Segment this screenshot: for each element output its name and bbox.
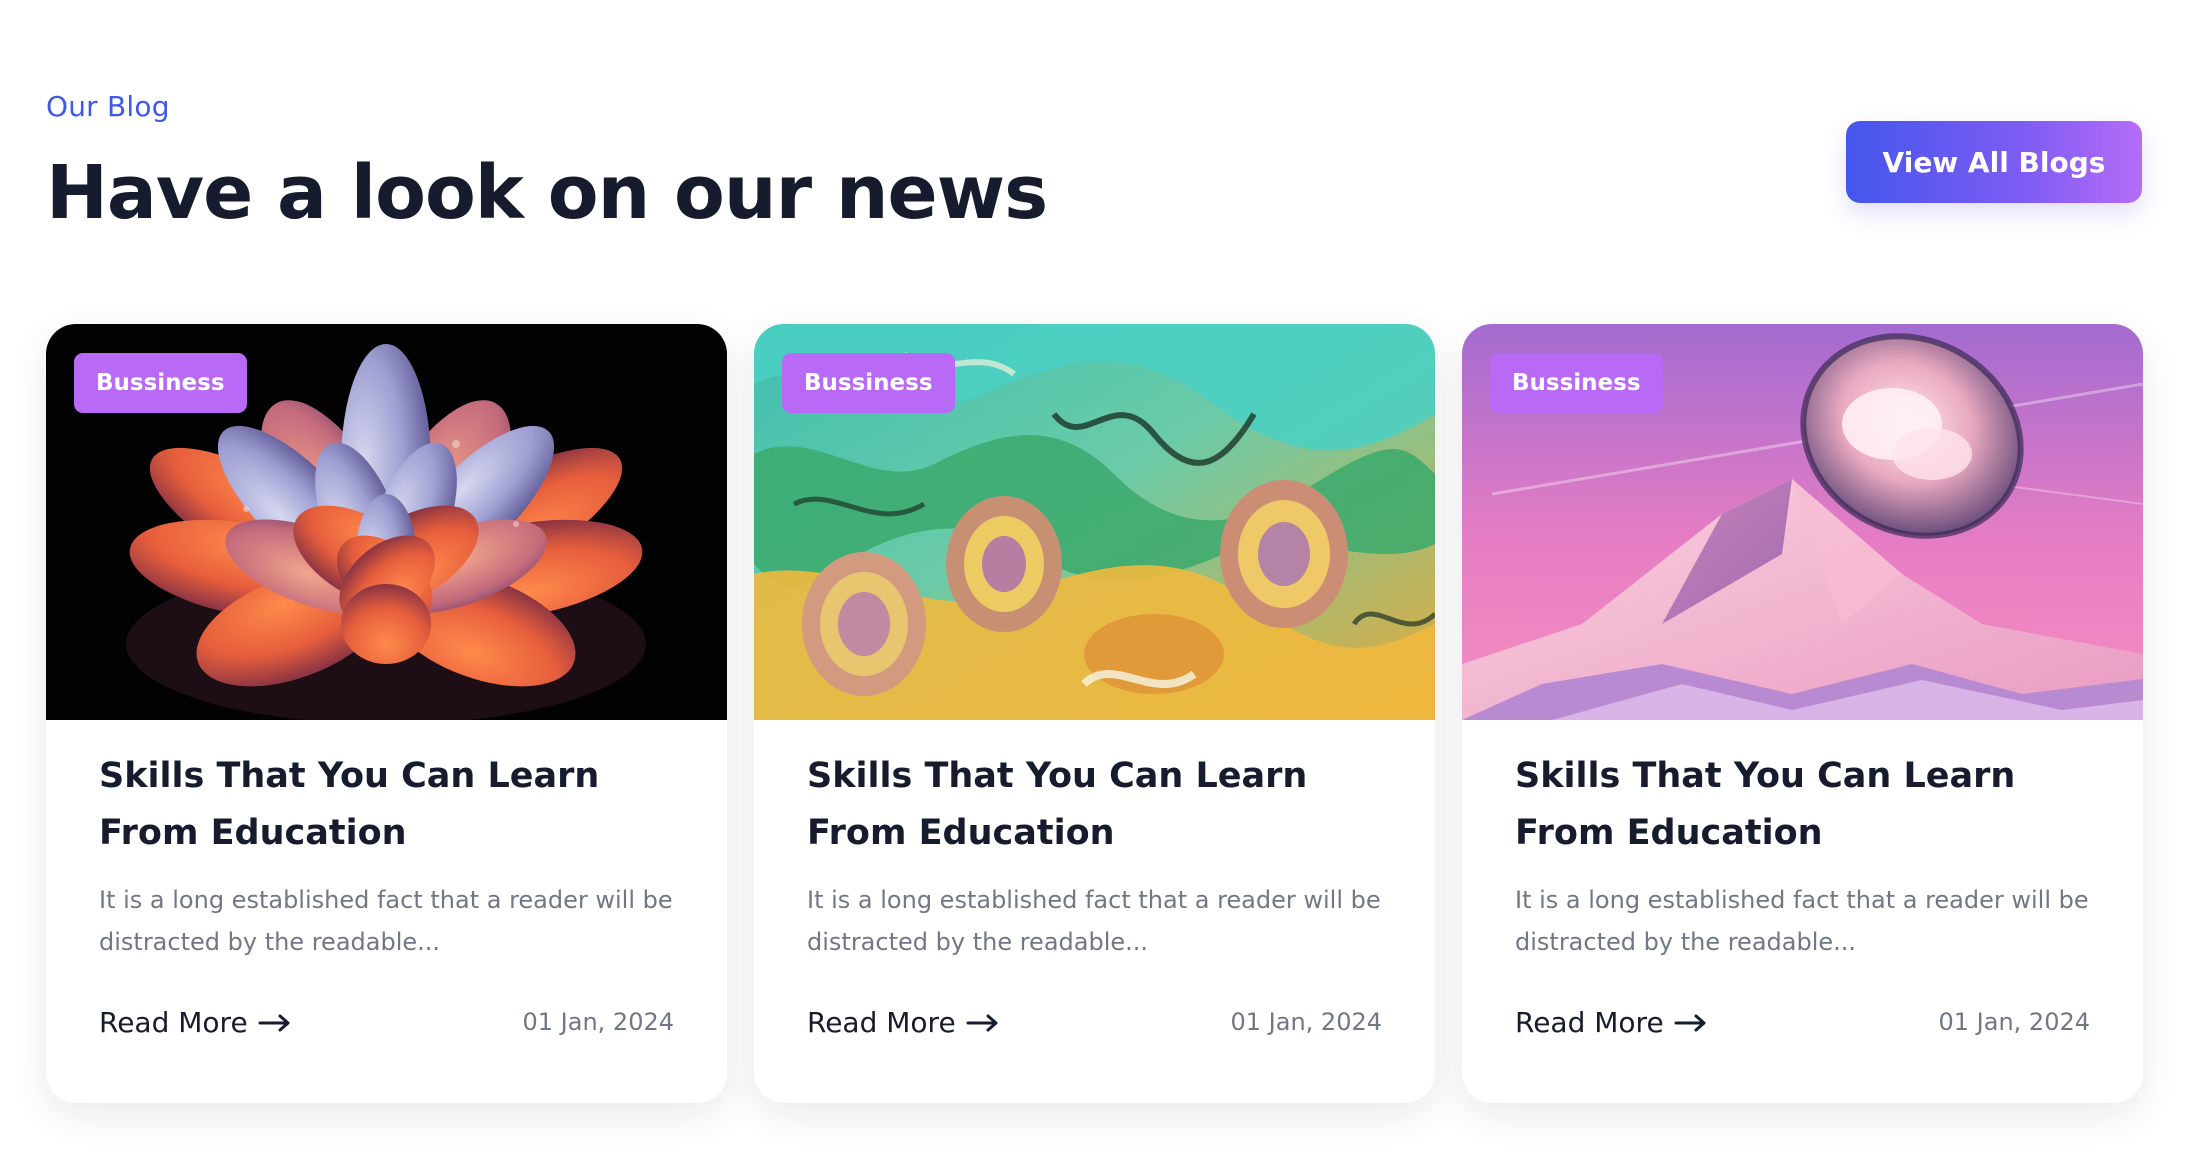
blog-card-date: 01 Jan, 2024 bbox=[522, 1008, 675, 1036]
read-more-link[interactable]: Read More bbox=[99, 1006, 292, 1039]
arrow-right-icon bbox=[258, 1013, 292, 1033]
blog-card-date: 01 Jan, 2024 bbox=[1230, 1008, 1383, 1036]
read-more-label: Read More bbox=[807, 1006, 956, 1039]
blog-card-title[interactable]: Skills That You Can Learn From Education bbox=[1515, 748, 2090, 862]
blog-eyebrow: Our Blog bbox=[46, 90, 170, 123]
blog-card[interactable]: Bussiness Skills That You Can Learn From… bbox=[1462, 324, 2143, 1103]
blog-card[interactable]: Bussiness Skills That You Can Learn From… bbox=[46, 324, 727, 1103]
read-more-label: Read More bbox=[99, 1006, 248, 1039]
blog-card-excerpt: It is a long established fact that a rea… bbox=[99, 886, 673, 956]
blog-card-excerpt: It is a long established fact that a rea… bbox=[1515, 886, 2089, 956]
blog-card-title[interactable]: Skills That You Can Learn From Education bbox=[807, 748, 1382, 862]
blog-card-image-marbled[interactable]: Bussiness bbox=[754, 324, 1435, 720]
blog-card-image-succulent[interactable]: Bussiness bbox=[46, 324, 727, 720]
blog-card-title[interactable]: Skills That You Can Learn From Education bbox=[99, 748, 674, 862]
read-more-label: Read More bbox=[1515, 1006, 1664, 1039]
blog-card-excerpt: It is a long established fact that a rea… bbox=[807, 886, 1381, 956]
blog-card[interactable]: Bussiness Skills That You Can Learn From… bbox=[754, 324, 1435, 1103]
category-tag[interactable]: Bussiness bbox=[782, 353, 955, 413]
category-tag[interactable]: Bussiness bbox=[1490, 353, 1663, 413]
blog-card-body: Skills That You Can Learn From Education… bbox=[807, 720, 1382, 1103]
read-more-link[interactable]: Read More bbox=[807, 1006, 1000, 1039]
page-title: Have a look on our news bbox=[46, 150, 1048, 236]
blog-card-list: Bussiness Skills That You Can Learn From… bbox=[46, 324, 2143, 1103]
read-more-link[interactable]: Read More bbox=[1515, 1006, 1708, 1039]
view-all-blogs-button[interactable]: View All Blogs bbox=[1846, 121, 2142, 203]
arrow-right-icon bbox=[1674, 1013, 1708, 1033]
blog-card-body: Skills That You Can Learn From Education… bbox=[99, 720, 674, 1103]
blog-card-image-mountain[interactable]: Bussiness bbox=[1462, 324, 2143, 720]
category-tag[interactable]: Bussiness bbox=[74, 353, 247, 413]
blog-card-body: Skills That You Can Learn From Education… bbox=[1515, 720, 2090, 1103]
blog-card-date: 01 Jan, 2024 bbox=[1938, 1008, 2091, 1036]
arrow-right-icon bbox=[966, 1013, 1000, 1033]
